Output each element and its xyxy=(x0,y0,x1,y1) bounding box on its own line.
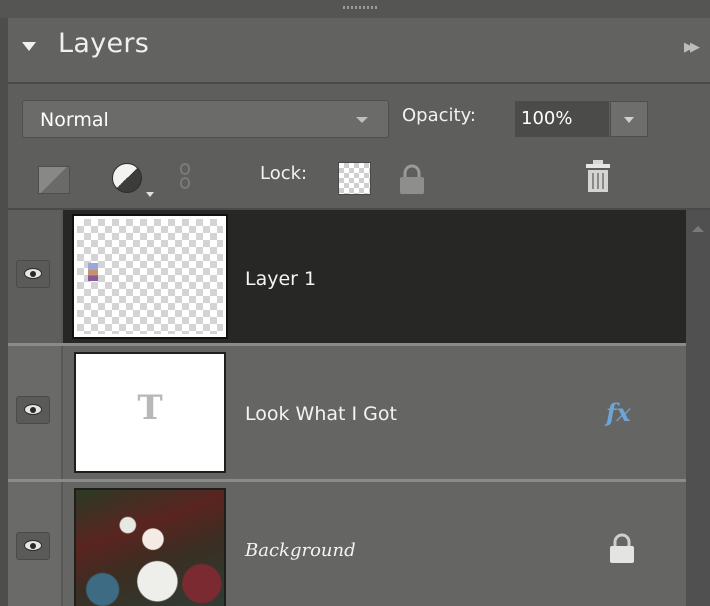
sticker-thumbnail xyxy=(88,263,98,281)
chevron-down-icon xyxy=(356,117,368,123)
layers-panel: Layers ▶▶ Normal Opacity: 100% Lock: Lay… xyxy=(0,0,710,606)
eye-icon[interactable] xyxy=(16,260,50,288)
lock-all-icon[interactable] xyxy=(395,163,429,195)
layer-row[interactable]: Layer 1 xyxy=(8,210,686,343)
opacity-dropdown-button[interactable] xyxy=(610,101,648,137)
trash-icon[interactable] xyxy=(583,158,613,196)
blend-mode-value: Normal xyxy=(40,109,109,131)
visibility-cell xyxy=(8,482,63,606)
layer-thumbnail[interactable]: T xyxy=(74,352,226,473)
opacity-label: Opacity: xyxy=(402,105,476,126)
lock-label: Lock: xyxy=(260,163,308,184)
layer-name[interactable]: Background xyxy=(245,540,356,561)
visibility-cell xyxy=(8,210,63,343)
chevron-down-icon xyxy=(624,117,634,123)
layer-thumbnail[interactable] xyxy=(72,214,228,339)
layer-name[interactable]: Look What I Got xyxy=(245,403,397,425)
link-layers-icon[interactable] xyxy=(180,163,192,195)
collapse-triangle-icon[interactable] xyxy=(22,42,36,51)
header-divider xyxy=(8,82,710,84)
lock-icon xyxy=(605,532,639,564)
panel-grip[interactable] xyxy=(0,0,710,18)
panel-left-edge xyxy=(0,18,8,606)
eye-icon[interactable] xyxy=(16,396,50,424)
layer-name[interactable]: Layer 1 xyxy=(245,268,316,290)
scrollbar[interactable] xyxy=(686,210,710,606)
lock-transparency-icon[interactable] xyxy=(338,162,371,195)
text-layer-icon: T xyxy=(137,388,163,428)
visibility-cell xyxy=(8,346,63,479)
fx-icon[interactable]: fx xyxy=(606,398,631,427)
blend-mode-select[interactable]: Normal xyxy=(22,100,389,138)
adjustment-layer-icon[interactable] xyxy=(112,163,142,193)
new-layer-icon[interactable] xyxy=(38,166,70,194)
adjustment-caret-icon[interactable] xyxy=(146,192,154,197)
panel-menu-icon[interactable]: ▶▶ xyxy=(684,40,700,55)
eye-icon[interactable] xyxy=(16,532,50,560)
panel-title: Layers xyxy=(58,28,150,59)
layer-list: Layer 1 T Look What I Got fx Background xyxy=(8,210,686,606)
layer-row[interactable]: T Look What I Got fx xyxy=(8,346,686,479)
opacity-input[interactable]: 100% xyxy=(515,101,609,137)
scroll-up-icon[interactable] xyxy=(692,226,704,232)
grip-dots-icon xyxy=(343,6,379,9)
layer-thumbnail[interactable] xyxy=(74,488,226,606)
layer-row[interactable]: Background xyxy=(8,482,686,606)
